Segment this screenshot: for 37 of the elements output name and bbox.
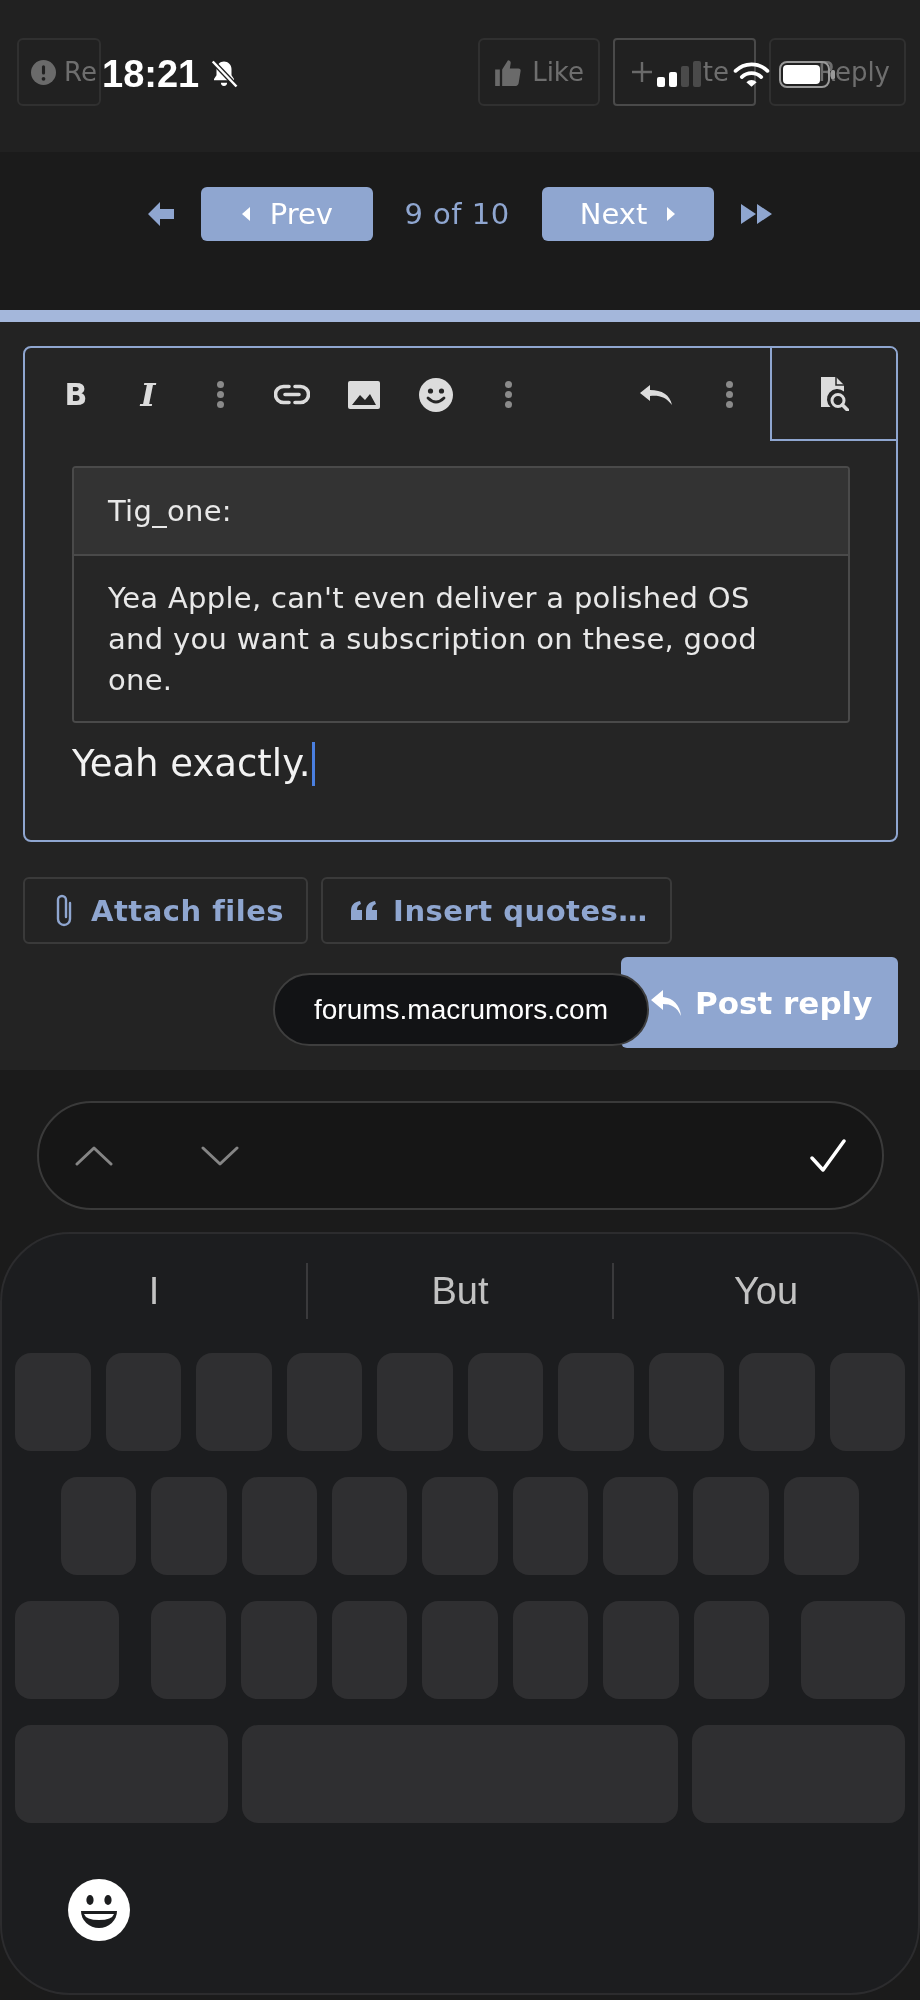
fast-forward-icon[interactable] [740,204,772,224]
message-text: Yeah exactly. [72,741,311,787]
more-options-icon[interactable] [216,381,224,408]
suggestion-item[interactable]: You [733,1272,799,1310]
address-bar[interactable]: forums.macrumors.com [273,973,649,1046]
plus-icon [632,62,652,82]
link-icon[interactable] [274,384,310,405]
bold-button[interactable]: B [64,377,88,412]
quote-author: Tig_one: [74,468,848,556]
more-options-icon[interactable] [504,381,512,408]
reply-arrow-icon [651,989,681,1016]
suggestion-item[interactable]: I [148,1272,160,1310]
signal-icon [657,61,702,87]
arrow-left-icon[interactable] [148,202,175,226]
document-search-icon [819,376,849,411]
thumbs-up-icon [494,58,523,86]
preview-button[interactable] [770,348,896,441]
bell-slash-icon [209,59,240,89]
checkmark-icon[interactable] [810,1138,846,1173]
page-position: 9 of 10 [404,196,510,233]
quote-mark-icon [351,901,378,920]
italic-button[interactable]: I [140,375,156,414]
message-field[interactable]: Tig_one: Yea Apple, can't even deliver a polished OS and you want a subscription on these, good one. Yeah exactly. [25,441,896,840]
undo-icon[interactable] [640,384,674,405]
wifi-icon [733,60,770,88]
more-options-icon[interactable] [725,381,733,408]
text-cursor-icon [311,742,315,786]
status-time: 18:21 [102,55,200,93]
caret-right-icon [667,207,676,221]
caret-left-icon [241,207,250,221]
exclamation-icon [31,59,56,85]
smiley-icon[interactable] [419,377,453,412]
insert-quotes-button[interactable]: Insert quotes… [321,877,672,944]
suggestion-item[interactable]: But [431,1272,489,1310]
attach-files-button[interactable]: Attach files [23,877,309,944]
image-icon[interactable] [348,380,380,409]
emoji-icon[interactable] [68,1879,130,1941]
